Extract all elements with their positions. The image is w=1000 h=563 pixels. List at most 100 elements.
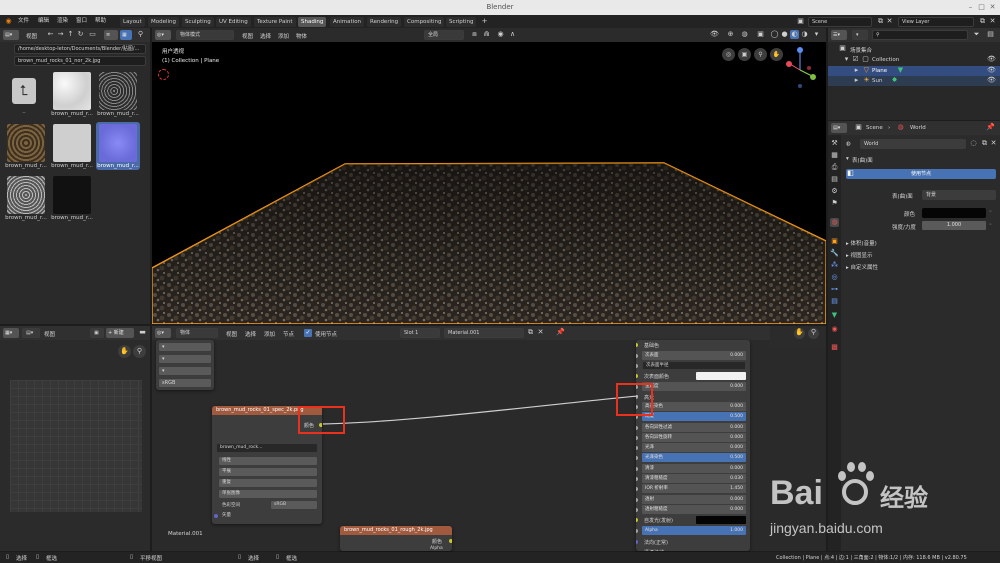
tab-scripting[interactable]: Scripting (446, 17, 477, 27)
shading-wire-icon[interactable]: ◯ (770, 30, 779, 39)
snap-icon[interactable]: ⧈ (470, 30, 479, 39)
outliner-collection[interactable]: Collection (872, 57, 899, 63)
image-mode-selector[interactable]: ▤▾ (22, 328, 40, 338)
outliner-filter-icon[interactable]: ⏷ (972, 30, 981, 39)
tab-modeling[interactable]: Modeling (148, 17, 180, 27)
properties-editor-type-button[interactable]: ▤▾ (831, 123, 847, 133)
collection-checkbox-icon[interactable]: ☑ (851, 55, 860, 64)
transform-orientation-selector[interactable]: 全局 (424, 30, 464, 40)
new-folder-icon[interactable]: ▭ (88, 30, 97, 39)
open-image-icon[interactable]: ▬ (138, 328, 147, 337)
parent-folder-icon[interactable]: ⮤ (12, 78, 36, 104)
world-tab-icon[interactable]: ◍ (830, 218, 839, 227)
surface-shader-selector[interactable]: 背景 (922, 190, 996, 200)
material-tab-icon[interactable]: ◉ (830, 325, 839, 334)
view-layer-remove-icon[interactable]: ✕ (988, 17, 997, 26)
image-editor-type-button[interactable]: ▦▾ (3, 328, 19, 338)
world-copy-icon[interactable]: ⧉ (980, 139, 989, 148)
fake-user-icon[interactable]: ◌ (969, 139, 978, 148)
3d-viewport[interactable]: ◎▾ 物体模式 视图 选择 添加 物体 全局 ⧈ ⋒ ◉ ∧ 👁 ⊕ ◍ ▣ ◯… (152, 28, 826, 324)
volume-panel-header[interactable]: ▸ 体积(音量) (846, 239, 877, 247)
image-pan-icon[interactable]: ✋ (118, 345, 131, 358)
texture-tab-icon[interactable]: ▩ (830, 343, 839, 352)
shading-material-icon[interactable]: ◐ (790, 30, 799, 39)
magnet-icon[interactable]: ⋒ (482, 30, 491, 39)
view-layer-selector[interactable]: View Layer (898, 17, 974, 27)
proportional-edit-icon[interactable]: ◉ (496, 30, 505, 39)
scene-tab-icon[interactable]: ⚙ (830, 187, 839, 196)
file-browser-view-menu[interactable]: 视图 (26, 32, 37, 40)
use-nodes-button[interactable]: 使用节点 (846, 169, 996, 179)
filename-field[interactable]: brown_mud_rocks_01_nor_2k.jpg (14, 56, 146, 66)
object-data-tab-icon[interactable]: ▤ (830, 297, 839, 306)
new-image-button[interactable]: + 新建 (106, 328, 134, 338)
tab-texture-paint[interactable]: Texture Paint (254, 17, 296, 27)
editor-type-button[interactable]: ▤▾ (3, 30, 19, 40)
file-thumb-6[interactable] (7, 176, 45, 214)
add-workspace-icon[interactable]: + (480, 17, 489, 26)
outliner-item-sun[interactable]: Sun (872, 78, 882, 84)
outliner-editor-type-button[interactable]: ☰▾ (831, 30, 847, 40)
file-thumb-3[interactable] (7, 124, 45, 162)
tab-sculpting[interactable]: Sculpting (182, 17, 214, 27)
minimize-icon[interactable]: – (966, 3, 975, 12)
sun-expand-icon[interactable]: ▸ (852, 76, 861, 85)
viewport-object-menu[interactable]: 物体 (296, 32, 307, 40)
tool-tab-icon[interactable]: ⚒ (830, 139, 839, 148)
outliner-root[interactable]: 场景集合 (850, 46, 872, 54)
viewport-display-panel-header[interactable]: ▸ 视图显示 (846, 251, 873, 259)
scene-selector[interactable]: Scene (808, 17, 872, 27)
world-name-field[interactable]: World (860, 139, 966, 149)
node-editor-panel[interactable]: ◎▾ 物体 视图 选择 添加 节点 ✓ 使用节点 Slot 1 Material… (152, 326, 826, 551)
image-zoom-icon[interactable]: ⚲ (133, 345, 146, 358)
strength-field[interactable]: 1.000 (922, 221, 986, 230)
outliner-item-plane[interactable]: Plane (872, 68, 887, 74)
maximize-icon[interactable]: □ (977, 3, 986, 12)
constraints-tab-icon[interactable]: ⊶ (830, 285, 839, 294)
view-layer-copy-icon[interactable]: ⧉ (978, 17, 987, 26)
collection-eye-icon[interactable]: 👁 (987, 55, 996, 64)
viewport-select-menu[interactable]: 选择 (260, 32, 271, 40)
menu-window[interactable]: 窗口 (76, 15, 87, 28)
list-view-button[interactable]: ≡ (104, 30, 118, 40)
directory-path-field[interactable]: /home/desktop-leton/Documents/Blender/贴图… (14, 44, 146, 54)
tab-uv-editing[interactable]: UV Editing (216, 17, 251, 27)
viewport-editor-type-button[interactable]: ◎▾ (155, 30, 171, 40)
physics-tab-icon[interactable]: ◎ (830, 273, 839, 282)
shading-solid-icon[interactable]: ● (780, 30, 789, 39)
tab-layout[interactable]: Layout (120, 17, 145, 27)
viewport-view-menu[interactable]: 视图 (242, 32, 253, 40)
scene-props-tab-icon[interactable]: ⚑ (830, 199, 839, 208)
collection-expand-icon[interactable]: ▾ (842, 55, 851, 64)
particles-tab-icon[interactable]: ⁂ (830, 261, 839, 270)
scene-copy-icon[interactable]: ⧉ (876, 17, 885, 26)
strength-link-icon[interactable]: ◦ (986, 221, 995, 230)
close-icon[interactable]: ✕ (988, 3, 997, 12)
xray-icon[interactable]: ▣ (756, 30, 765, 39)
menu-file[interactable]: 文件 (18, 15, 29, 28)
render-tab-icon[interactable]: ▦ (830, 151, 839, 160)
tab-compositing[interactable]: Compositing (404, 17, 445, 27)
world-remove-icon[interactable]: ✕ (989, 139, 998, 148)
world-color-swatch[interactable] (922, 208, 986, 218)
file-thumb-4[interactable] (53, 124, 91, 162)
menu-render[interactable]: 渲染 (57, 15, 68, 28)
menu-edit[interactable]: 编辑 (38, 15, 49, 28)
plane-eye-icon[interactable]: 👁 (987, 66, 996, 75)
plane-expand-icon[interactable]: ▸ (852, 66, 861, 75)
mode-selector[interactable]: 物体模式 (176, 30, 234, 40)
parent-dir-icon[interactable]: ↑ (66, 30, 75, 39)
scene-remove-icon[interactable]: ✕ (885, 17, 894, 26)
file-thumb-2[interactable] (99, 72, 137, 110)
image-canvas-grid[interactable] (10, 380, 142, 512)
gizmo-icon[interactable]: ⊕ (726, 30, 735, 39)
overlay-icon[interactable]: ◍ (740, 30, 749, 39)
back-arrow-icon[interactable]: ← (46, 30, 55, 39)
file-thumb-5[interactable] (99, 124, 137, 162)
shading-options-icon[interactable]: ▾ (812, 30, 821, 39)
mesh-data-tab-icon[interactable]: ▼ (830, 311, 839, 320)
image-view-menu[interactable]: 视图 (44, 330, 55, 338)
falloff-icon[interactable]: ∧ (508, 30, 517, 39)
outliner-search-input[interactable]: ⚲ (872, 30, 968, 40)
textured-plane[interactable] (152, 42, 826, 324)
